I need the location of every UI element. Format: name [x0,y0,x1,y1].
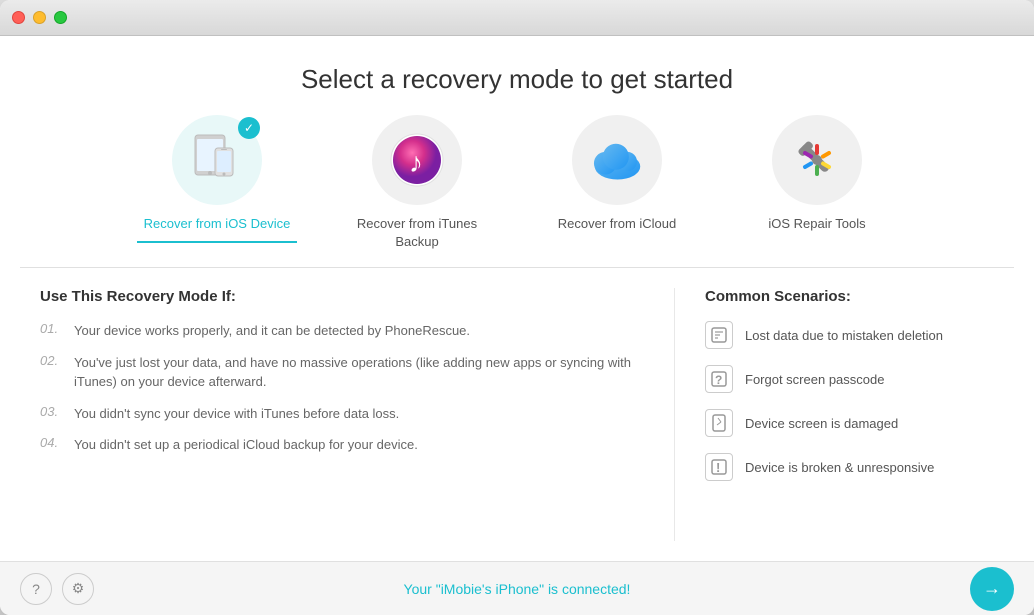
info-section: Use This Recovery Mode If: 01. Your devi… [0,268,1034,561]
footer-left: ? ⚙ [20,573,94,605]
condition-item-2: 02. You've just lost your data, and have… [40,353,634,392]
condition-text-2: You've just lost your data, and have no … [74,353,634,392]
passcode-icon: ? [705,365,733,393]
condition-num-1: 01. [40,321,66,336]
next-icon: → [983,578,1001,599]
deletion-icon [705,321,733,349]
condition-num-2: 02. [40,353,66,368]
mode-itunes-icon-wrapper: ♪ [372,115,462,205]
footer: ? ⚙ Your "iMobie's iPhone" is connected!… [0,561,1034,615]
mode-itunes-backup[interactable]: ♪ Recover from iTunes Backup [337,115,497,251]
condition-num-3: 03. [40,404,66,419]
repair-icon [787,130,847,190]
mode-ios-device-label: Recover from iOS Device [144,215,291,233]
mode-icloud-label: Recover from iCloud [558,215,677,233]
close-button[interactable] [12,11,25,24]
condition-item-1: 01. Your device works properly, and it c… [40,321,634,341]
left-panel-title: Use This Recovery Mode If: [40,288,634,305]
mode-repair-icon-wrapper [772,115,862,205]
itunes-icon: ♪ [387,130,447,190]
condition-text-3: You didn't sync your device with iTunes … [74,404,399,424]
condition-item-3: 03. You didn't sync your device with iTu… [40,404,634,424]
scenario-item-1: Lost data due to mistaken deletion [705,321,994,349]
active-checkmark: ✓ [238,117,260,139]
mode-ios-device-underline [137,241,297,243]
mode-ios-device-icon-wrapper: ✓ [172,115,262,205]
mode-repair-label: iOS Repair Tools [768,215,865,233]
scenario-item-2: ? Forgot screen passcode [705,365,994,393]
app-window: Select a recovery mode to get started [0,0,1034,615]
ios-device-icon [187,130,247,190]
titlebar [0,0,1034,36]
screen-damage-icon [705,409,733,437]
right-panel: Common Scenarios: Lost data due to mista… [674,288,994,541]
scenario-text-1: Lost data due to mistaken deletion [745,328,943,343]
mode-repair-tools[interactable]: iOS Repair Tools [737,115,897,251]
next-button[interactable]: → [970,567,1014,611]
scenario-item-4: ! Device is broken & unresponsive [705,453,994,481]
help-button[interactable]: ? [20,573,52,605]
mode-itunes-label: Recover from iTunes Backup [337,215,497,251]
icloud-icon [585,135,650,185]
condition-text-1: Your device works properly, and it can b… [74,321,470,341]
broken-device-icon: ! [705,453,733,481]
scenario-text-4: Device is broken & unresponsive [745,460,934,475]
mode-selector: ✓ Recover from iOS Device [0,115,1034,251]
svg-text:♪: ♪ [409,147,423,178]
page-title: Select a recovery mode to get started [0,36,1034,115]
right-panel-title: Common Scenarios: [705,288,994,305]
condition-text-4: You didn't set up a periodical iCloud ba… [74,435,418,455]
settings-icon: ⚙ [72,580,85,597]
status-message: Your "iMobie's iPhone" is connected! [404,581,631,597]
condition-num-4: 04. [40,435,66,450]
svg-text:!: ! [716,460,720,475]
help-icon: ? [32,581,40,597]
mode-icloud-icon-wrapper [572,115,662,205]
maximize-button[interactable] [54,11,67,24]
scenario-list: Lost data due to mistaken deletion ? For… [705,321,994,481]
svg-text:?: ? [715,373,722,387]
condition-list: 01. Your device works properly, and it c… [40,321,634,455]
main-content: Select a recovery mode to get started [0,36,1034,561]
left-panel: Use This Recovery Mode If: 01. Your devi… [40,288,634,541]
minimize-button[interactable] [33,11,46,24]
mode-icloud[interactable]: Recover from iCloud [537,115,697,251]
scenario-text-3: Device screen is damaged [745,416,898,431]
mode-ios-device[interactable]: ✓ Recover from iOS Device [137,115,297,251]
condition-item-4: 04. You didn't set up a periodical iClou… [40,435,634,455]
scenario-item-3: Device screen is damaged [705,409,994,437]
footer-right: → [970,567,1014,611]
settings-button[interactable]: ⚙ [62,573,94,605]
scenario-text-2: Forgot screen passcode [745,372,884,387]
